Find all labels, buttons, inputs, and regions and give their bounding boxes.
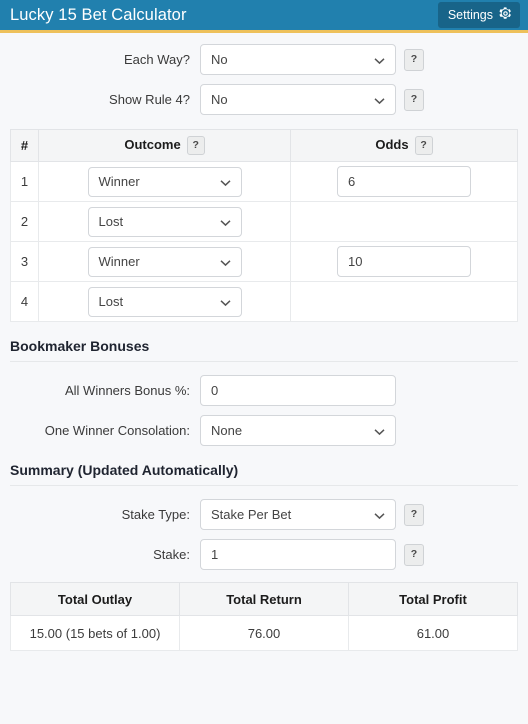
app-header: Lucky 15 Bet Calculator Settings <box>0 0 528 33</box>
show-rule4-help-button[interactable]: ? <box>404 88 424 111</box>
bet-row-number: 1 <box>10 161 39 202</box>
bet-outcome-select[interactable]: Lost <box>87 206 242 237</box>
chevron-down-icon <box>374 423 385 438</box>
stake-row: Stake: 1 ? <box>0 539 528 570</box>
stake-type-help-button[interactable]: ? <box>404 503 424 526</box>
bets-col-outcome-label: Outcome <box>124 136 181 152</box>
stake-input[interactable]: 1 <box>200 539 396 570</box>
table-row: 4 Lost <box>10 281 518 322</box>
each-way-help-button[interactable]: ? <box>404 48 424 71</box>
bet-row-number: 4 <box>10 281 39 322</box>
all-winners-bonus-input[interactable]: 0 <box>200 375 396 406</box>
bonuses-divider <box>10 361 518 362</box>
stake-type-label: Stake Type: <box>121 507 190 522</box>
bets-col-odds-label: Odds <box>375 136 409 152</box>
chevron-down-icon <box>219 254 231 269</box>
summary-header-row: Total Outlay Total Return Total Profit <box>10 582 518 616</box>
bets-table-header-row: # Outcome? Odds? <box>10 129 518 162</box>
bet-outcome-value: Winner <box>98 254 140 269</box>
gear-icon <box>499 7 512 23</box>
show-rule4-value: No <box>211 92 228 107</box>
one-winner-consolation-label: One Winner Consolation: <box>44 423 190 438</box>
chevron-down-icon <box>374 507 385 522</box>
show-rule4-row: Show Rule 4? No ? <box>0 84 528 115</box>
summary-heading: Summary (Updated Automatically) <box>10 462 239 478</box>
table-row: 1 Winner 6 <box>10 161 518 202</box>
all-winners-bonus-label: All Winners Bonus %: <box>65 383 190 398</box>
each-way-value: No <box>211 52 228 67</box>
summary-value-total-return: 76.00 <box>179 615 349 651</box>
bet-outcome-value: Winner <box>98 174 140 189</box>
bets-col-number: # <box>10 129 39 162</box>
one-winner-consolation-select[interactable]: None <box>200 415 396 446</box>
summary-col-total-profit: Total Profit <box>348 582 518 616</box>
summary-table-container: Total Outlay Total Return Total Profit 1… <box>0 579 528 661</box>
bet-odds-cell: 10 <box>290 241 518 282</box>
bonuses-heading: Bookmaker Bonuses <box>10 338 150 354</box>
options-form: Each Way? No ? Show Rule 4? No ? <box>0 33 528 115</box>
stake-type-select[interactable]: Stake Per Bet <box>200 499 396 530</box>
each-way-select[interactable]: No <box>200 44 396 75</box>
bet-outcome-value: Lost <box>98 214 124 229</box>
chevron-down-icon <box>374 92 385 107</box>
settings-button[interactable]: Settings <box>437 2 520 28</box>
summary-value-total-profit: 61.00 <box>348 615 518 651</box>
chevron-down-icon <box>219 174 231 189</box>
show-rule4-label: Show Rule 4? <box>109 92 190 107</box>
bets-table-container: # Outcome? Odds? 1 Winner 6 2 Lost 3 Win… <box>0 124 528 322</box>
bet-outcome-cell: Lost <box>38 201 291 242</box>
stake-help-button[interactable]: ? <box>404 543 424 566</box>
each-way-row: Each Way? No ? <box>0 44 528 75</box>
bet-outcome-cell: Winner <box>38 161 291 202</box>
chevron-down-icon <box>219 214 231 229</box>
bet-odds-cell <box>290 201 518 242</box>
one-winner-consolation-row: One Winner Consolation: None <box>0 415 528 446</box>
summary-value-total-outlay: 15.00 (15 bets of 1.00) <box>10 615 180 651</box>
table-row: 3 Winner 10 <box>10 241 518 282</box>
bet-odds-cell <box>290 281 518 322</box>
one-winner-consolation-value: None <box>211 423 243 438</box>
summary-divider <box>10 485 518 486</box>
bet-row-number: 2 <box>10 201 39 242</box>
bet-outcome-select[interactable]: Winner <box>87 246 242 277</box>
bet-outcome-cell: Winner <box>38 241 291 282</box>
table-row: 2 Lost <box>10 201 518 242</box>
bet-outcome-select[interactable]: Lost <box>87 286 242 317</box>
settings-button-label: Settings <box>447 7 493 22</box>
bet-row-number: 3 <box>10 241 39 282</box>
summary-col-total-outlay: Total Outlay <box>10 582 180 616</box>
table-row: 15.00 (15 bets of 1.00) 76.00 61.00 <box>10 615 518 651</box>
bets-col-odds: Odds? <box>290 129 518 162</box>
show-rule4-select[interactable]: No <box>200 84 396 115</box>
stake-type-value: Stake Per Bet <box>211 507 292 522</box>
bet-outcome-value: Lost <box>98 294 124 309</box>
outcome-help-button[interactable]: ? <box>186 136 205 155</box>
odds-help-button[interactable]: ? <box>414 136 433 155</box>
bets-table: # Outcome? Odds? 1 Winner 6 2 Lost 3 Win… <box>10 129 518 322</box>
summary-results-table: Total Outlay Total Return Total Profit 1… <box>10 582 518 651</box>
summary-col-total-return: Total Return <box>179 582 349 616</box>
page-title: Lucky 15 Bet Calculator <box>10 5 187 24</box>
bet-outcome-cell: Lost <box>38 281 291 322</box>
bet-odds-input[interactable]: 6 <box>337 166 471 197</box>
stake-label: Stake: <box>153 547 190 562</box>
stake-type-row: Stake Type: Stake Per Bet ? <box>0 499 528 530</box>
bet-odds-cell: 6 <box>290 161 518 202</box>
chevron-down-icon <box>374 52 385 67</box>
chevron-down-icon <box>219 294 231 309</box>
each-way-label: Each Way? <box>124 52 190 67</box>
bet-odds-input[interactable]: 10 <box>337 246 471 277</box>
bets-col-outcome: Outcome? <box>38 129 291 162</box>
bet-outcome-select[interactable]: Winner <box>87 166 242 197</box>
all-winners-bonus-row: All Winners Bonus %: 0 <box>0 375 528 406</box>
